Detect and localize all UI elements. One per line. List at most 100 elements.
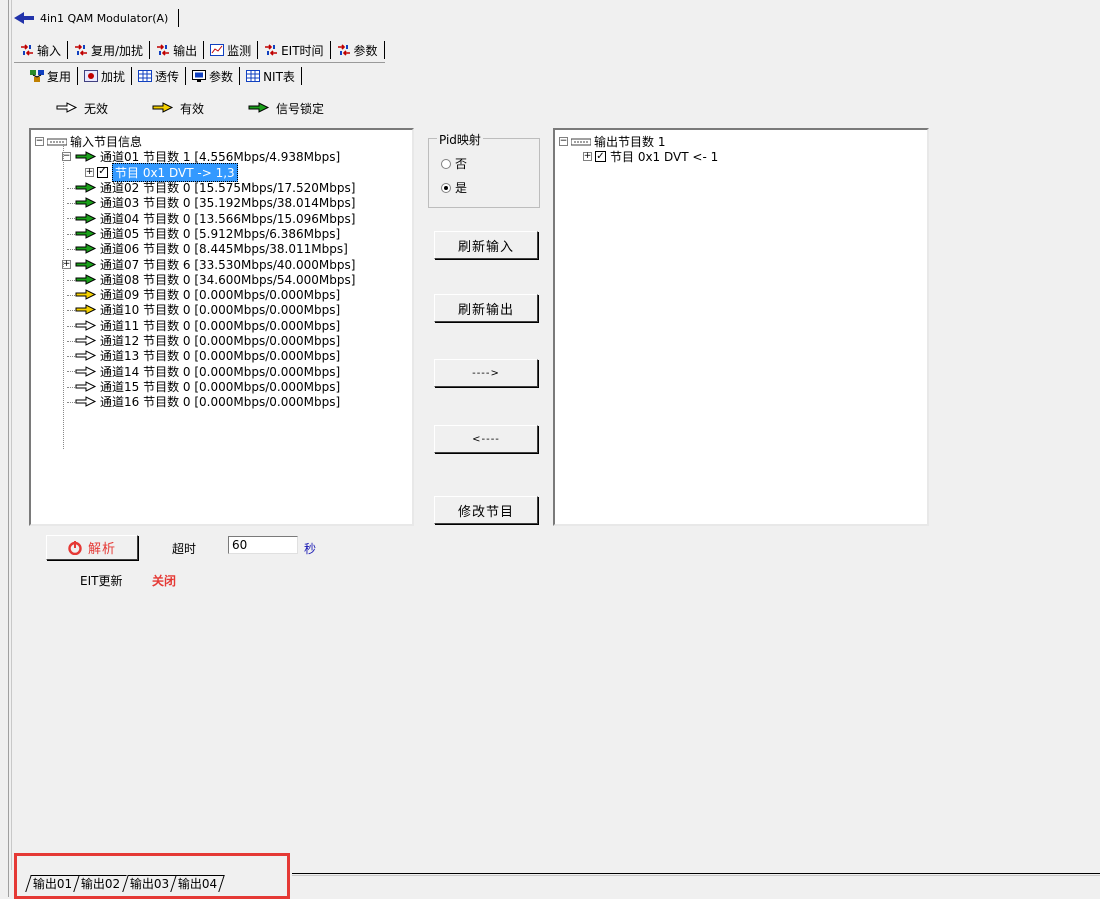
channel-item[interactable]: 通道05 节目数 0 [5.912Mbps/6.386Mbps] — [35, 226, 412, 241]
status-arrow-icon — [75, 228, 97, 239]
pid-mapping-no-label: 否 — [455, 157, 468, 171]
parse-button[interactable]: 解析 — [46, 535, 138, 560]
subtab-mux[interactable]: 复用 — [24, 67, 77, 85]
device-title: 4in1 QAM Modulator(A) — [40, 11, 169, 25]
transfer-icon — [337, 44, 351, 56]
tab-monitor[interactable]: 监测 — [203, 41, 257, 59]
tree-connector — [67, 218, 75, 220]
legend-locked-label: 信号锁定 — [276, 102, 325, 116]
tab-input[interactable]: 输入 — [14, 41, 67, 59]
expand-icon[interactable]: + — [85, 167, 94, 177]
status-arrow-icon — [75, 365, 97, 377]
subtab-nit[interactable]: NIT表 — [239, 67, 301, 85]
status-arrow-icon — [152, 101, 174, 116]
refresh-output-button[interactable]: 刷新输出 — [434, 294, 538, 322]
move-right-button[interactable]: ----> — [434, 359, 538, 387]
channel-item[interactable]: 通道12 节目数 0 [0.000Mbps/0.000Mbps] — [35, 333, 412, 348]
channel-item[interactable]: + 通道07 节目数 6 [33.530Mbps/40.000Mbps] — [35, 256, 412, 272]
legend-invalid: 无效 — [56, 100, 108, 117]
pid-mapping-yes-label: 是 — [455, 181, 468, 195]
subtab-nit-label: NIT表 — [263, 69, 295, 84]
device-title-strip[interactable]: 4in1 QAM Modulator(A) — [14, 8, 180, 28]
channel-item[interactable]: 通道11 节目数 0 [0.000Mbps/0.000Mbps] — [35, 318, 412, 333]
pid-mapping-no-radio[interactable]: 否 — [441, 155, 467, 172]
channel-item[interactable]: 通道13 节目数 0 [0.000Mbps/0.000Mbps] — [35, 348, 412, 363]
channel-item[interactable]: 通道06 节目数 0 [8.445Mbps/38.011Mbps] — [35, 241, 412, 256]
status-arrow-icon — [75, 258, 97, 270]
legend-valid-label: 有效 — [180, 102, 205, 116]
radio-circle-icon — [441, 158, 451, 169]
output-program-label: 节目 0x1 DVT <- 1 — [610, 150, 719, 165]
subtab-passthrough[interactable]: 透传 — [131, 67, 185, 85]
modify-program-button[interactable]: 修改节目 — [434, 496, 538, 524]
legend-locked: 信号锁定 — [248, 100, 324, 117]
input-tree-root[interactable]: − 输入节目信息 — [35, 134, 412, 149]
tree-connector — [67, 233, 75, 235]
power-icon — [68, 540, 82, 555]
collapse-icon[interactable]: − — [559, 137, 568, 147]
subtab-params-label: 参数 — [209, 69, 234, 84]
main-tab-bar: 输入 复用/加扰 输出 监测 EIT时间 参数 — [14, 40, 385, 63]
channel-item[interactable]: 通道09 节目数 0 [0.000Mbps/0.000Mbps] — [35, 287, 412, 302]
pid-mapping-yes-radio[interactable]: 是 — [441, 179, 467, 196]
timeout-unit: 秒 — [304, 542, 317, 556]
channel-item[interactable]: 通道04 节目数 0 [13.566Mbps/15.096Mbps] — [35, 210, 412, 226]
tree-connector — [67, 294, 75, 296]
table-icon — [246, 70, 261, 82]
transfer-icon — [264, 44, 278, 56]
folder-bar-icon — [571, 138, 591, 146]
channel-item[interactable]: 通道16 节目数 0 [0.000Mbps/0.000Mbps] — [35, 394, 412, 409]
back-arrow-icon — [14, 12, 34, 24]
status-arrow-icon — [75, 319, 97, 331]
subtab-scramble[interactable]: 加扰 — [77, 67, 131, 85]
tree-connector — [67, 402, 75, 404]
subtab-scramble-label: 加扰 — [101, 69, 126, 84]
tab-input-label: 输入 — [37, 43, 62, 58]
tab-params[interactable]: 参数 — [329, 41, 384, 59]
output-tree-root[interactable]: − 输出节目数 1 — [559, 134, 927, 149]
tree-connector — [67, 249, 75, 251]
refresh-input-button[interactable]: 刷新输入 — [434, 231, 538, 259]
channel-item[interactable]: 通道02 节目数 0 [15.575Mbps/17.520Mbps] — [35, 180, 412, 195]
collapse-icon[interactable]: − — [35, 137, 44, 147]
tree-connector — [67, 310, 75, 312]
move-left-button[interactable]: <---- — [434, 425, 538, 453]
expand-icon[interactable]: + — [583, 152, 592, 162]
checkbox-checked-icon[interactable]: ✓ — [595, 151, 606, 163]
output-program-tree[interactable]: − 输出节目数 1 + ✓ 节目 0x1 DVT <- 1 — [553, 128, 929, 526]
timeout-input[interactable] — [228, 536, 298, 554]
tab-params-label: 参数 — [353, 43, 378, 58]
monitor-icon — [192, 70, 207, 82]
output-tree-content: − 输出节目数 1 + ✓ 节目 0x1 DVT <- 1 — [555, 130, 927, 165]
status-arrow-icon — [75, 289, 97, 300]
bottom-divider — [292, 873, 1100, 874]
channel-item[interactable]: 通道14 节目数 0 [0.000Mbps/0.000Mbps] — [35, 363, 412, 379]
window-left-border-inner — [11, 0, 12, 870]
status-arrow-icon — [75, 381, 97, 392]
channel-item[interactable]: 通道15 节目数 0 [0.000Mbps/0.000Mbps] — [35, 379, 412, 394]
input-program-tree[interactable]: − 输入节目信息 − 通道01 节目数 1 [4.556Mbps/4.938Mbps]… — [29, 128, 414, 526]
tree-connector — [67, 340, 75, 342]
subtab-params[interactable]: 参数 — [185, 67, 239, 85]
subtab-mux-label: 复用 — [47, 69, 72, 84]
output-program-item[interactable]: + ✓ 节目 0x1 DVT <- 1 — [559, 149, 927, 164]
program-item[interactable]: + ✓ 节目 0x1 DVT -> 1,3 — [35, 162, 412, 182]
tree-connector — [67, 187, 75, 189]
channel-item[interactable]: 通道03 节目数 0 [35.192Mbps/38.014Mbps] — [35, 195, 412, 210]
channel-label: 通道16 节目数 0 [0.000Mbps/0.000Mbps] — [100, 395, 341, 410]
title-separator — [178, 9, 180, 27]
tree-connector — [67, 371, 75, 373]
checkbox-checked-icon[interactable]: ✓ — [97, 166, 108, 178]
table-icon — [138, 70, 153, 82]
status-arrow-icon — [75, 335, 97, 346]
subtab-passthrough-label: 透传 — [155, 69, 180, 84]
channel-item[interactable]: 通道08 节目数 0 [34.600Mbps/54.000Mbps] — [35, 272, 412, 287]
channel-item[interactable]: 通道10 节目数 0 [0.000Mbps/0.000Mbps] — [35, 302, 412, 317]
input-tree-content: − 输入节目信息 − 通道01 节目数 1 [4.556Mbps/4.938Mbps]… — [31, 130, 412, 449]
tab-mux-scramble[interactable]: 复用/加扰 — [67, 41, 149, 59]
scramble-icon — [84, 70, 99, 82]
sub-tab-bar: 复用 加扰 透传 参数 NIT表 — [24, 66, 302, 86]
tab-output[interactable]: 输出 — [149, 41, 203, 59]
status-legend: 无效 有效 信号锁定 — [56, 100, 324, 117]
tab-eit-time[interactable]: EIT时间 — [257, 41, 329, 59]
